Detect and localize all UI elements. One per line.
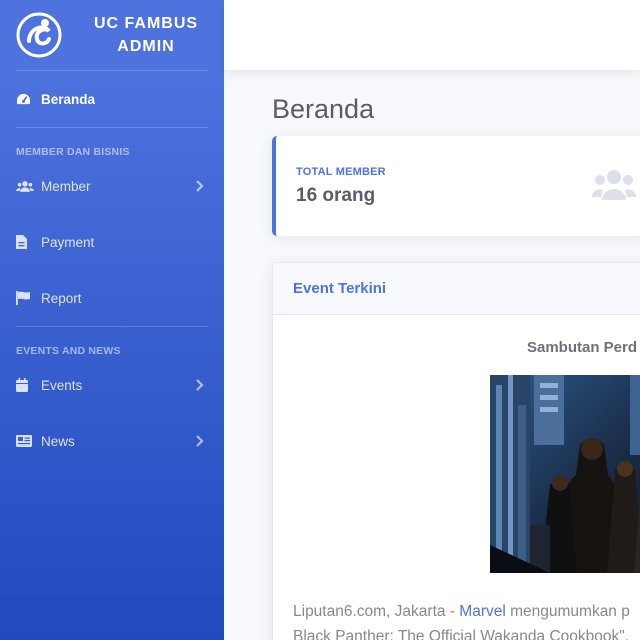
tachometer-icon	[16, 91, 34, 107]
stat-label: TOTAL MEMBER	[296, 166, 386, 178]
sidebar-item-label: News	[41, 433, 75, 449]
users-icon	[16, 178, 34, 194]
event-text-prefix: Liputan6.com, Jakarta -	[293, 603, 460, 620]
event-text-suffix: mengumumkan p	[505, 603, 630, 620]
event-subtitle: Sambutan Perd	[527, 339, 638, 356]
sidebar-item-events[interactable]: Events	[0, 357, 224, 413]
file-invoice-icon	[16, 234, 34, 250]
stat-value: 16 orang	[296, 185, 376, 206]
sidebar-item-label: Beranda	[41, 91, 96, 107]
event-card: Event Terkini Sambutan Perd Liputan6.com…	[272, 262, 640, 640]
event-card-header: Event Terkini	[273, 263, 640, 315]
brand-name: UC FAMBUS ADMIN	[71, 12, 221, 58]
chevron-right-icon	[196, 435, 204, 447]
sidebar-heading-member: MEMBER DAN BISNIS	[16, 146, 130, 158]
flag-icon	[16, 290, 34, 306]
newspaper-icon	[16, 433, 34, 449]
event-article-text: Liputan6.com, Jakarta - Marvel mengumumk…	[293, 599, 640, 640]
chevron-right-icon	[196, 180, 204, 192]
brand-line-1: UC FAMBUS	[93, 15, 199, 32]
event-text-line-1: Liputan6.com, Jakarta - Marvel mengumumk…	[293, 599, 640, 624]
brand-line-2: ADMIN	[117, 38, 175, 55]
total-member-card: TOTAL MEMBER 16 orang	[272, 136, 640, 236]
sidebar-item-label: Events	[41, 377, 83, 393]
sidebar: UC FAMBUS ADMIN Beranda MEMBER DAN BISNI…	[0, 0, 224, 640]
sidebar-item-label: Member	[41, 178, 91, 194]
users-icon	[592, 170, 636, 200]
sidebar-item-payment[interactable]: Payment	[0, 214, 224, 270]
marvel-link[interactable]: Marvel	[459, 603, 506, 620]
event-card-title: Event Terkini	[293, 280, 387, 297]
chevron-right-icon	[196, 379, 204, 391]
page-title: Beranda	[272, 94, 375, 124]
event-poster-illustration	[490, 375, 640, 573]
sidebar-item-label: Report	[41, 290, 82, 306]
calendar-icon	[16, 377, 34, 393]
sidebar-item-member[interactable]: Member	[0, 158, 224, 214]
sidebar-item-dashboard[interactable]: Beranda	[0, 71, 224, 127]
topbar	[224, 0, 640, 70]
sidebar-item-label: Payment	[41, 234, 95, 250]
event-image[interactable]	[490, 375, 640, 573]
sidebar-item-report[interactable]: Report	[0, 270, 224, 326]
brand-logo-icon	[16, 12, 62, 58]
brand[interactable]: UC FAMBUS ADMIN	[0, 0, 224, 70]
event-text-line-2: Black Panther: The Official Wakanda Cook…	[293, 628, 630, 640]
sidebar-item-news[interactable]: News	[0, 413, 224, 469]
sidebar-heading-events: EVENTS AND NEWS	[16, 345, 121, 357]
